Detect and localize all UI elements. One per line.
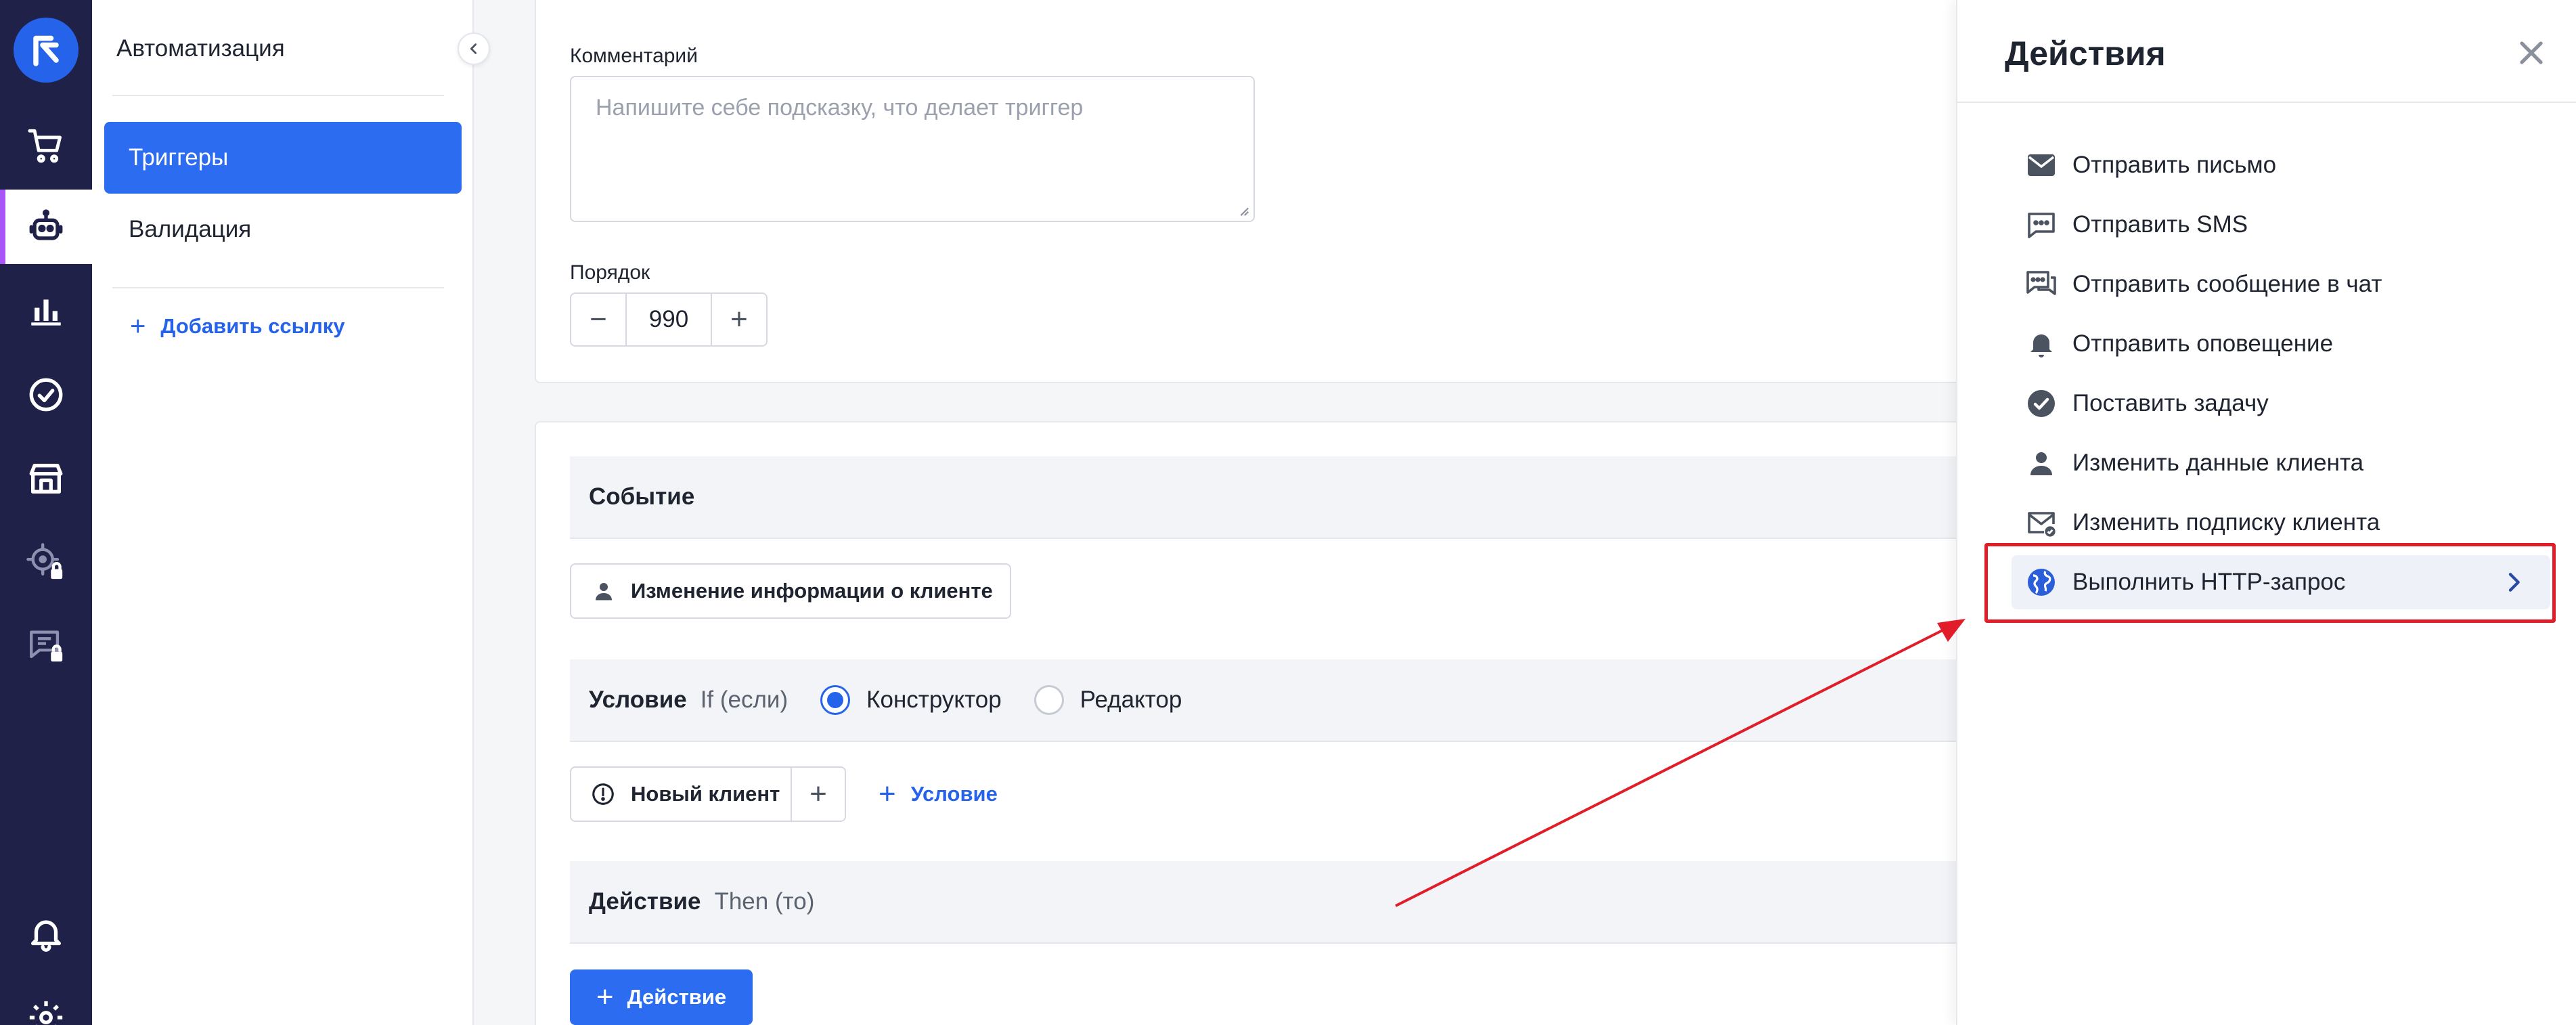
decrement-button[interactable]: − <box>571 294 625 345</box>
action-item-edit-client-subscription[interactable]: Изменить подписку клиента <box>2012 496 2550 550</box>
event-section-header: Событие <box>570 456 1957 539</box>
section-sidebar: Автоматизация Триггеры Валидация + Добав… <box>92 0 474 1025</box>
chat-icon <box>2026 271 2056 295</box>
condition-subtitle: If (если) <box>700 686 789 713</box>
increment-button[interactable]: + <box>712 294 766 345</box>
add-action-label: Действие <box>627 985 727 1009</box>
event-chip[interactable]: Изменение информации о клиенте <box>570 563 1011 619</box>
mode-editor-radio[interactable]: Редактор <box>1034 685 1182 715</box>
condition-chip: Новый клиент + <box>570 766 846 822</box>
user-icon <box>596 583 612 601</box>
sidebar-item-validation[interactable]: Валидация <box>104 194 462 265</box>
mail-icon <box>2028 154 2055 176</box>
sidebar-item-label: Триггеры <box>129 144 229 171</box>
action-subtitle: Then (то) <box>714 888 815 915</box>
comment-textarea[interactable]: Напишите себе подсказку, что делает триг… <box>570 76 1255 222</box>
action-item-label: Изменить данные клиента <box>2072 450 2364 476</box>
action-item-create-task[interactable]: Поставить задачу <box>2012 376 2550 431</box>
action-item-label: Отправить письмо <box>2072 152 2277 178</box>
condition-chip-body[interactable]: Новый клиент <box>571 768 792 821</box>
action-item-send-chat-message[interactable]: Отправить сообщение в чат <box>2012 257 2550 311</box>
drawer-divider <box>1957 102 2576 103</box>
add-link-button[interactable]: + Добавить ссылку <box>130 313 345 340</box>
order-value-input[interactable]: 990 <box>625 294 712 345</box>
condition-chip-add-button[interactable]: + <box>792 777 845 811</box>
action-section-header: Действие Then (то) <box>570 861 1957 944</box>
chat-lock-icon[interactable] <box>0 608 92 682</box>
sidebar-item-triggers[interactable]: Триггеры <box>104 122 462 194</box>
radio-unselected-icon <box>1034 685 1064 715</box>
bell-icon[interactable] <box>0 896 92 971</box>
sidebar-divider <box>112 287 444 288</box>
mail-check-icon <box>2028 512 2056 537</box>
sms-icon <box>2028 213 2055 238</box>
logo-icon[interactable] <box>14 18 79 83</box>
action-item-label: Поставить задачу <box>2072 390 2269 416</box>
condition-title: Условие <box>589 686 687 713</box>
target-lock-icon[interactable] <box>0 525 92 600</box>
event-title: Событие <box>589 483 695 510</box>
order-stepper: − 990 + <box>570 292 768 347</box>
sidebar-item-label: Валидация <box>129 216 252 242</box>
check-circle-icon[interactable] <box>0 357 92 432</box>
sidebar-section-title: Автоматизация <box>116 35 285 62</box>
actions-drawer: Действия Отправить письмо Отправить SMS … <box>1956 0 2576 1025</box>
action-item-send-notification[interactable]: Отправить оповещение <box>2012 317 2550 371</box>
plus-icon: + <box>879 777 896 810</box>
sidebar-divider <box>112 95 444 96</box>
check-circle-icon <box>2028 390 2055 417</box>
chevron-left-icon <box>470 43 477 54</box>
add-condition-button[interactable]: + Условие <box>879 777 998 811</box>
plus-icon: + <box>130 311 146 341</box>
action-item-label: Отправить SMS <box>2072 211 2248 238</box>
close-icon[interactable] <box>2515 37 2548 69</box>
condition-chip-label: Новый клиент <box>631 782 780 806</box>
plus-icon: + <box>596 980 614 1013</box>
mode-constructor-radio[interactable]: Конструктор <box>820 685 1002 715</box>
bell-icon <box>2030 334 2052 357</box>
add-link-label: Добавить ссылку <box>160 314 345 338</box>
comment-placeholder: Напишите себе подсказку, что делает триг… <box>596 95 1084 121</box>
action-title: Действие <box>589 888 701 915</box>
user-icon <box>2030 452 2052 475</box>
gear-icon[interactable] <box>0 980 92 1025</box>
condition-section-header: Условие If (если) Конструктор Редактор <box>570 659 1957 742</box>
radio-selected-icon <box>820 685 851 715</box>
mode-constructor-label: Конструктор <box>866 686 1002 713</box>
app-rail <box>0 0 92 1025</box>
add-condition-label: Условие <box>910 782 998 806</box>
action-item-label: Отправить сообщение в чат <box>2072 271 2382 297</box>
annotation-highlight-box <box>1984 543 2556 623</box>
action-item-edit-client-data[interactable]: Изменить данные клиента <box>2012 436 2550 490</box>
resize-grip-icon[interactable] <box>1237 204 1249 217</box>
collapse-sidebar-button[interactable] <box>458 32 490 65</box>
comment-label: Комментарий <box>570 45 698 67</box>
cart-icon[interactable] <box>0 108 92 183</box>
store-icon[interactable] <box>0 441 92 516</box>
alert-circle-icon <box>592 783 614 805</box>
action-item-send-email[interactable]: Отправить письмо <box>2012 138 2550 192</box>
mode-editor-label: Редактор <box>1080 686 1182 713</box>
robot-icon[interactable] <box>0 190 92 264</box>
action-item-send-sms[interactable]: Отправить SMS <box>2012 198 2550 252</box>
add-action-button[interactable]: + Действие <box>570 969 753 1025</box>
action-item-label: Изменить подписку клиента <box>2072 509 2380 536</box>
event-chip-label: Изменение информации о клиенте <box>631 579 993 603</box>
order-label: Порядок <box>570 261 650 284</box>
action-item-label: Отправить оповещение <box>2072 330 2334 357</box>
analytics-icon[interactable] <box>0 272 92 347</box>
drawer-title: Действия <box>2005 35 2166 72</box>
